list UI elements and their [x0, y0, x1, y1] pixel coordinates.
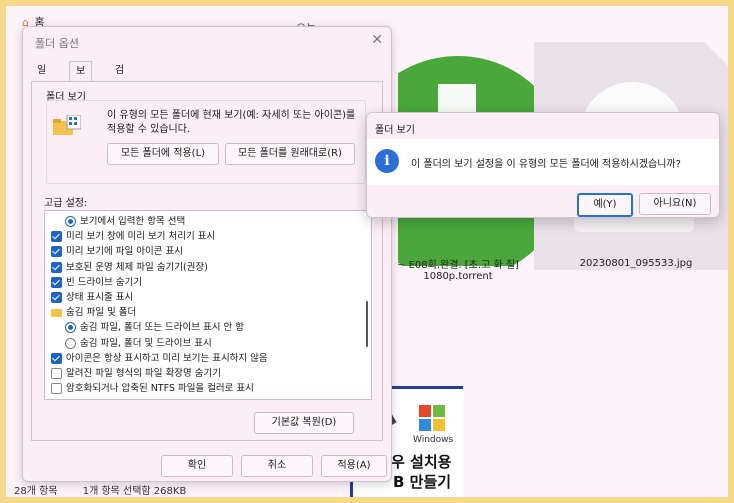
advanced-settings-label: 고급 설정: — [44, 198, 88, 209]
settings-row-label: 상태 표시줄 표시 — [66, 292, 134, 303]
radio-button[interactable] — [65, 216, 76, 227]
settings-row-label: 알려진 파일 형식의 파일 확장명 숨기기 — [66, 368, 221, 379]
thumbnail-text-line2: B 만들기 — [393, 473, 452, 491]
cancel-button[interactable]: 취소 — [241, 455, 313, 477]
checkbox[interactable] — [51, 383, 62, 395]
settings-row-label: 암호화되거나 압축된 NTFS 파일을 컬러로 표시 — [66, 383, 254, 395]
yes-button[interactable]: 예(Y) — [577, 193, 633, 217]
ok-button[interactable]: 확인 — [161, 455, 233, 477]
tab-view[interactable]: 보기 — [69, 61, 93, 97]
settings-row-label: 아이콘은 항상 표시하고 미리 보기는 표시하지 않음 — [66, 352, 268, 364]
settings-row-label: 보호된 운영 체제 파일 숨기기(권장) — [66, 261, 208, 273]
radio-button[interactable] — [65, 322, 76, 334]
radio-button[interactable] — [65, 337, 76, 349]
settings-row[interactable]: 미리 보기에 파일 아이콘 표시 — [51, 245, 183, 259]
folder-options-dialog: 폴더 옵션 ✕ 일반 보기 검색 폴더 보기 이 유형의 모든 폴더에 — [22, 26, 392, 482]
settings-row[interactable]: 숨김 파일, 폴더 또는 드라이브 표시 안 함 — [65, 321, 244, 335]
reset-folders-button[interactable]: 모든 폴더를 원래대로(R) — [225, 143, 355, 165]
jpg-file-name[interactable]: 20230801_095533.jpg — [566, 258, 706, 269]
item-count: 28개 항목 — [14, 486, 58, 497]
view-tab-panel: 폴더 보기 이 유형의 모든 폴더에 현재 보기(예: 자세히 또는 아이콘)를… — [31, 81, 383, 441]
checkbox[interactable] — [51, 276, 62, 288]
restore-defaults-button[interactable]: 기본값 복원(D) — [254, 412, 354, 434]
confirm-message: 이 폴더의 보기 설정을 이 유형의 모든 폴더에 적용하시겠습니까? — [411, 159, 681, 170]
settings-row-label: 미리 보기에 파일 아이콘 표시 — [66, 246, 183, 258]
no-button[interactable]: 아니요(N) — [639, 193, 711, 215]
checkbox[interactable] — [51, 352, 62, 364]
settings-row[interactable]: 숨김 파일 및 폴더 — [51, 306, 136, 320]
folder-view-icon — [53, 114, 82, 137]
settings-row-label: 보기에서 입력한 항목 선택 — [80, 216, 186, 227]
settings-row[interactable]: 알려진 파일 형식의 파일 확장명 숨기기 — [51, 367, 221, 381]
selection-info: 1개 항목 선택함 268KB — [82, 486, 187, 497]
settings-row-label: 미리 보기 창에 미리 보기 처리기 표시 — [66, 231, 216, 243]
info-icon: i — [375, 149, 399, 173]
settings-row-label: 숨김 파일, 폴더 및 드라이브 표시 — [80, 337, 212, 349]
checkbox[interactable] — [51, 246, 62, 258]
folder-view-description: 이 유형의 모든 폴더에 현재 보기(예: 자세히 또는 아이콘)를 적용할 수… — [107, 110, 356, 135]
settings-row[interactable]: 아이콘은 항상 표시하고 미리 보기는 표시하지 않음 — [51, 352, 268, 366]
thumbnail-text-line1: 우 설치용 — [391, 453, 452, 471]
settings-row[interactable]: 미리 보기 창에 미리 보기 처리기 표시 — [51, 230, 215, 244]
status-bar: 28개 항목 1개 항목 선택함 268KB — [14, 482, 208, 497]
tab-search[interactable]: 검색 — [109, 61, 130, 96]
apply-to-folders-button[interactable]: 모든 폴더에 적용(L) — [107, 143, 219, 165]
settings-row-label: 숨김 파일, 폴더 또는 드라이브 표시 안 함 — [80, 322, 244, 334]
torrent-file-name-line1: ~ E08회.완결. [초.고 화 질] — [397, 260, 519, 271]
settings-row-label: 빈 드라이브 숨기기 — [66, 276, 142, 288]
advanced-settings-list[interactable]: 보기에서 입력한 항목 선택미리 보기 창에 미리 보기 처리기 표시미리 보기… — [44, 210, 372, 400]
settings-row[interactable]: 보기에서 입력한 항목 선택 — [65, 215, 185, 229]
confirm-dialog: 폴더 보기 i 이 폴더의 보기 설정을 이 유형의 모든 폴더에 적용하시겠습… — [366, 112, 720, 218]
checkbox[interactable] — [51, 261, 62, 273]
torrent-file-name-line2: 1080p.torrent — [423, 271, 493, 282]
apply-button[interactable]: 적용(A) — [321, 455, 387, 477]
settings-row[interactable]: 상태 표시줄 표시 — [51, 291, 133, 305]
settings-row[interactable]: 보호된 운영 체제 파일 숨기기(권장) — [51, 261, 208, 275]
windows-brand-label: Windows — [413, 435, 454, 445]
close-icon[interactable]: ✕ — [371, 32, 383, 48]
checkbox[interactable] — [51, 231, 62, 243]
settings-row[interactable]: 암호화되거나 압축된 NTFS 파일을 컬러로 표시 — [51, 382, 254, 396]
settings-row-label: 숨김 파일 및 폴더 — [66, 307, 137, 319]
explorer-window: ⌂ 홈 오늘 ~ E08회.완결. [초.고 화 질] 1080p.torren… — [6, 6, 728, 497]
confirm-dialog-body: i 이 폴더의 보기 설정을 이 유형의 모든 폴더에 적용하시겠습니까? — [367, 139, 719, 185]
tab-general[interactable]: 일반 — [31, 61, 52, 96]
dialog-title: 폴더 옵션 — [35, 37, 79, 50]
settings-row[interactable]: 숨김 파일, 폴더 및 드라이브 표시 — [65, 337, 212, 351]
folder-icon — [51, 308, 62, 317]
confirm-dialog-title: 폴더 보기 — [375, 125, 415, 136]
scrollbar-thumb[interactable] — [366, 301, 368, 347]
settings-row[interactable]: 빈 드라이브 숨기기 — [51, 276, 142, 290]
checkbox[interactable] — [51, 368, 62, 379]
torrent-file-name[interactable]: ~ E08회.완결. [초.고 화 질] 1080p.torrent — [378, 256, 538, 282]
checkbox[interactable] — [51, 292, 62, 303]
folder-view-group: 이 유형의 모든 폴더에 현재 보기(예: 자세히 또는 아이콘)를 적용할 수… — [46, 100, 366, 184]
